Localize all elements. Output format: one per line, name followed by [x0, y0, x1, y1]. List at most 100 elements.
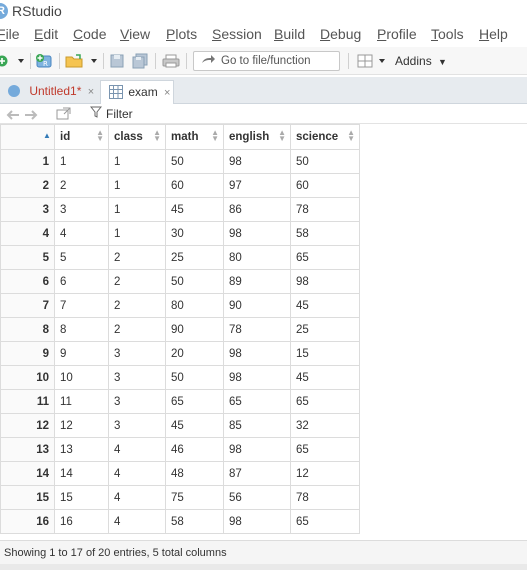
table-cell-english: 89	[223, 269, 291, 294]
table-cell-english: 78	[223, 317, 291, 342]
table-cell-class: 3	[108, 365, 166, 390]
row-number: 10	[0, 365, 55, 390]
menu-help[interactable]: Help	[479, 26, 508, 42]
table-cell-english: 80	[223, 245, 291, 270]
data-grid: ▲ id ▲ ▼ class ▲ ▼ math ▲ ▼ english ▲ ▼ science ▲…	[0, 124, 361, 538]
table-header-row: ▲ id ▲ ▼ class ▲ ▼ math ▲ ▼ english ▲ ▼ science ▲…	[0, 124, 360, 150]
sort-icon: ▲ ▼	[96, 128, 104, 143]
row-number: 14	[0, 461, 55, 486]
table-row: 3 3 1 45 86 78	[0, 197, 360, 222]
save-icon[interactable]	[108, 52, 126, 70]
column-header-class[interactable]: class ▲ ▼	[108, 124, 166, 150]
column-header-english[interactable]: english ▲ ▼	[223, 124, 291, 150]
table-cell-math: 60	[165, 173, 224, 198]
table-cell-science: 58	[290, 221, 360, 246]
row-index-header[interactable]: ▲	[0, 124, 55, 150]
window-title: RStudio	[12, 3, 62, 19]
table-cell-math: 58	[165, 509, 224, 534]
row-number: 7	[0, 293, 55, 318]
rstudio-logo-icon: R	[0, 3, 8, 19]
new-file-icon[interactable]	[0, 52, 8, 70]
table-grid-icon	[109, 84, 123, 106]
new-project-icon[interactable]: R	[35, 52, 55, 70]
menu-profile[interactable]: Profile	[377, 26, 417, 42]
table-cell-english: 65	[223, 389, 291, 414]
title-bar: R RStudio	[0, 0, 527, 24]
row-number: 6	[0, 269, 55, 294]
table-cell-science: 65	[290, 389, 360, 414]
filter-button[interactable]: Filter	[89, 106, 133, 121]
toolbar-separator	[186, 53, 187, 69]
table-cell-math: 75	[165, 485, 224, 510]
tab-untitled1[interactable]: Untitled1* ×	[4, 80, 98, 104]
go-to-file-input[interactable]: Go to file/function	[193, 51, 340, 71]
go-to-file-placeholder: Go to file/function	[221, 55, 311, 67]
table-cell-english: 98	[223, 149, 291, 174]
toolbar-separator	[155, 53, 156, 69]
table-cell-science: 15	[290, 341, 360, 366]
menu-bar: File Edit Code View Plots Session Build …	[0, 24, 527, 46]
print-icon[interactable]	[161, 52, 181, 70]
table-cell-class: 2	[108, 245, 166, 270]
menu-edit[interactable]: Edit	[34, 26, 58, 42]
close-icon[interactable]: ×	[88, 86, 94, 98]
menu-view[interactable]: View	[120, 26, 150, 42]
table-cell-class: 2	[108, 269, 166, 294]
column-header-math[interactable]: math ▲ ▼	[165, 124, 224, 150]
sort-icon: ▲ ▼	[347, 128, 355, 143]
window-bottom-edge	[0, 564, 527, 570]
table-cell-science: 12	[290, 461, 360, 486]
table-cell-class: 1	[108, 197, 166, 222]
menu-session[interactable]: Session	[212, 26, 262, 42]
row-number: 12	[0, 413, 55, 438]
table-cell-english: 90	[223, 293, 291, 318]
table-cell-science: 45	[290, 365, 360, 390]
table-cell-english: 98	[223, 509, 291, 534]
tab-untitled1-label: Untitled1*	[29, 84, 82, 98]
table-cell-science: 65	[290, 437, 360, 462]
workspace-panes-icon[interactable]	[356, 52, 374, 70]
menu-debug[interactable]: Debug	[320, 26, 361, 42]
table-row: 13 13 4 46 98 65	[0, 437, 360, 462]
close-icon[interactable]: ×	[164, 87, 170, 99]
row-number: 5	[0, 245, 55, 270]
table-cell-english: 98	[223, 437, 291, 462]
table-cell-science: 78	[290, 485, 360, 510]
svg-text:R: R	[43, 60, 48, 68]
open-file-icon[interactable]	[64, 52, 86, 70]
menu-build[interactable]: Build	[274, 26, 305, 42]
menu-file[interactable]: File	[0, 26, 20, 42]
table-cell-math: 50	[165, 365, 224, 390]
table-cell-math: 46	[165, 437, 224, 462]
table-cell-class: 1	[108, 173, 166, 198]
table-cell-class: 4	[108, 437, 166, 462]
menu-code[interactable]: Code	[73, 26, 106, 42]
table-cell-math: 30	[165, 221, 224, 246]
tab-exam[interactable]: exam ×	[100, 80, 174, 104]
table-row: 16 16 4 58 98 65	[0, 509, 360, 534]
new-file-dropdown-icon[interactable]	[16, 52, 26, 70]
table-cell-math: 80	[165, 293, 224, 318]
data-viewer-toolbar: Filter	[0, 104, 527, 124]
addins-menu[interactable]: Addins ▼	[395, 54, 447, 68]
column-header-id[interactable]: id ▲ ▼	[54, 124, 109, 150]
sort-icon: ▲ ▼	[211, 128, 219, 143]
menu-tools[interactable]: Tools	[431, 26, 464, 42]
workspace-panes-dropdown-icon[interactable]	[377, 52, 387, 70]
toolbar-separator	[59, 53, 60, 69]
table-cell-class: 1	[108, 149, 166, 174]
table-cell-id: 4	[54, 221, 109, 246]
table-cell-id: 13	[54, 437, 109, 462]
table-cell-id: 15	[54, 485, 109, 510]
table-cell-science: 25	[290, 317, 360, 342]
menu-plots[interactable]: Plots	[166, 26, 197, 42]
column-header-science[interactable]: science ▲ ▼	[290, 124, 360, 150]
table-row: 12 12 3 45 85 32	[0, 413, 360, 438]
r-script-icon	[8, 85, 20, 97]
table-cell-math: 20	[165, 341, 224, 366]
open-file-dropdown-icon[interactable]	[89, 52, 99, 70]
save-all-icon[interactable]	[131, 52, 149, 70]
toolbar-separator	[348, 53, 349, 69]
table-cell-science: 65	[290, 509, 360, 534]
sort-icon: ▲ ▼	[153, 128, 161, 143]
